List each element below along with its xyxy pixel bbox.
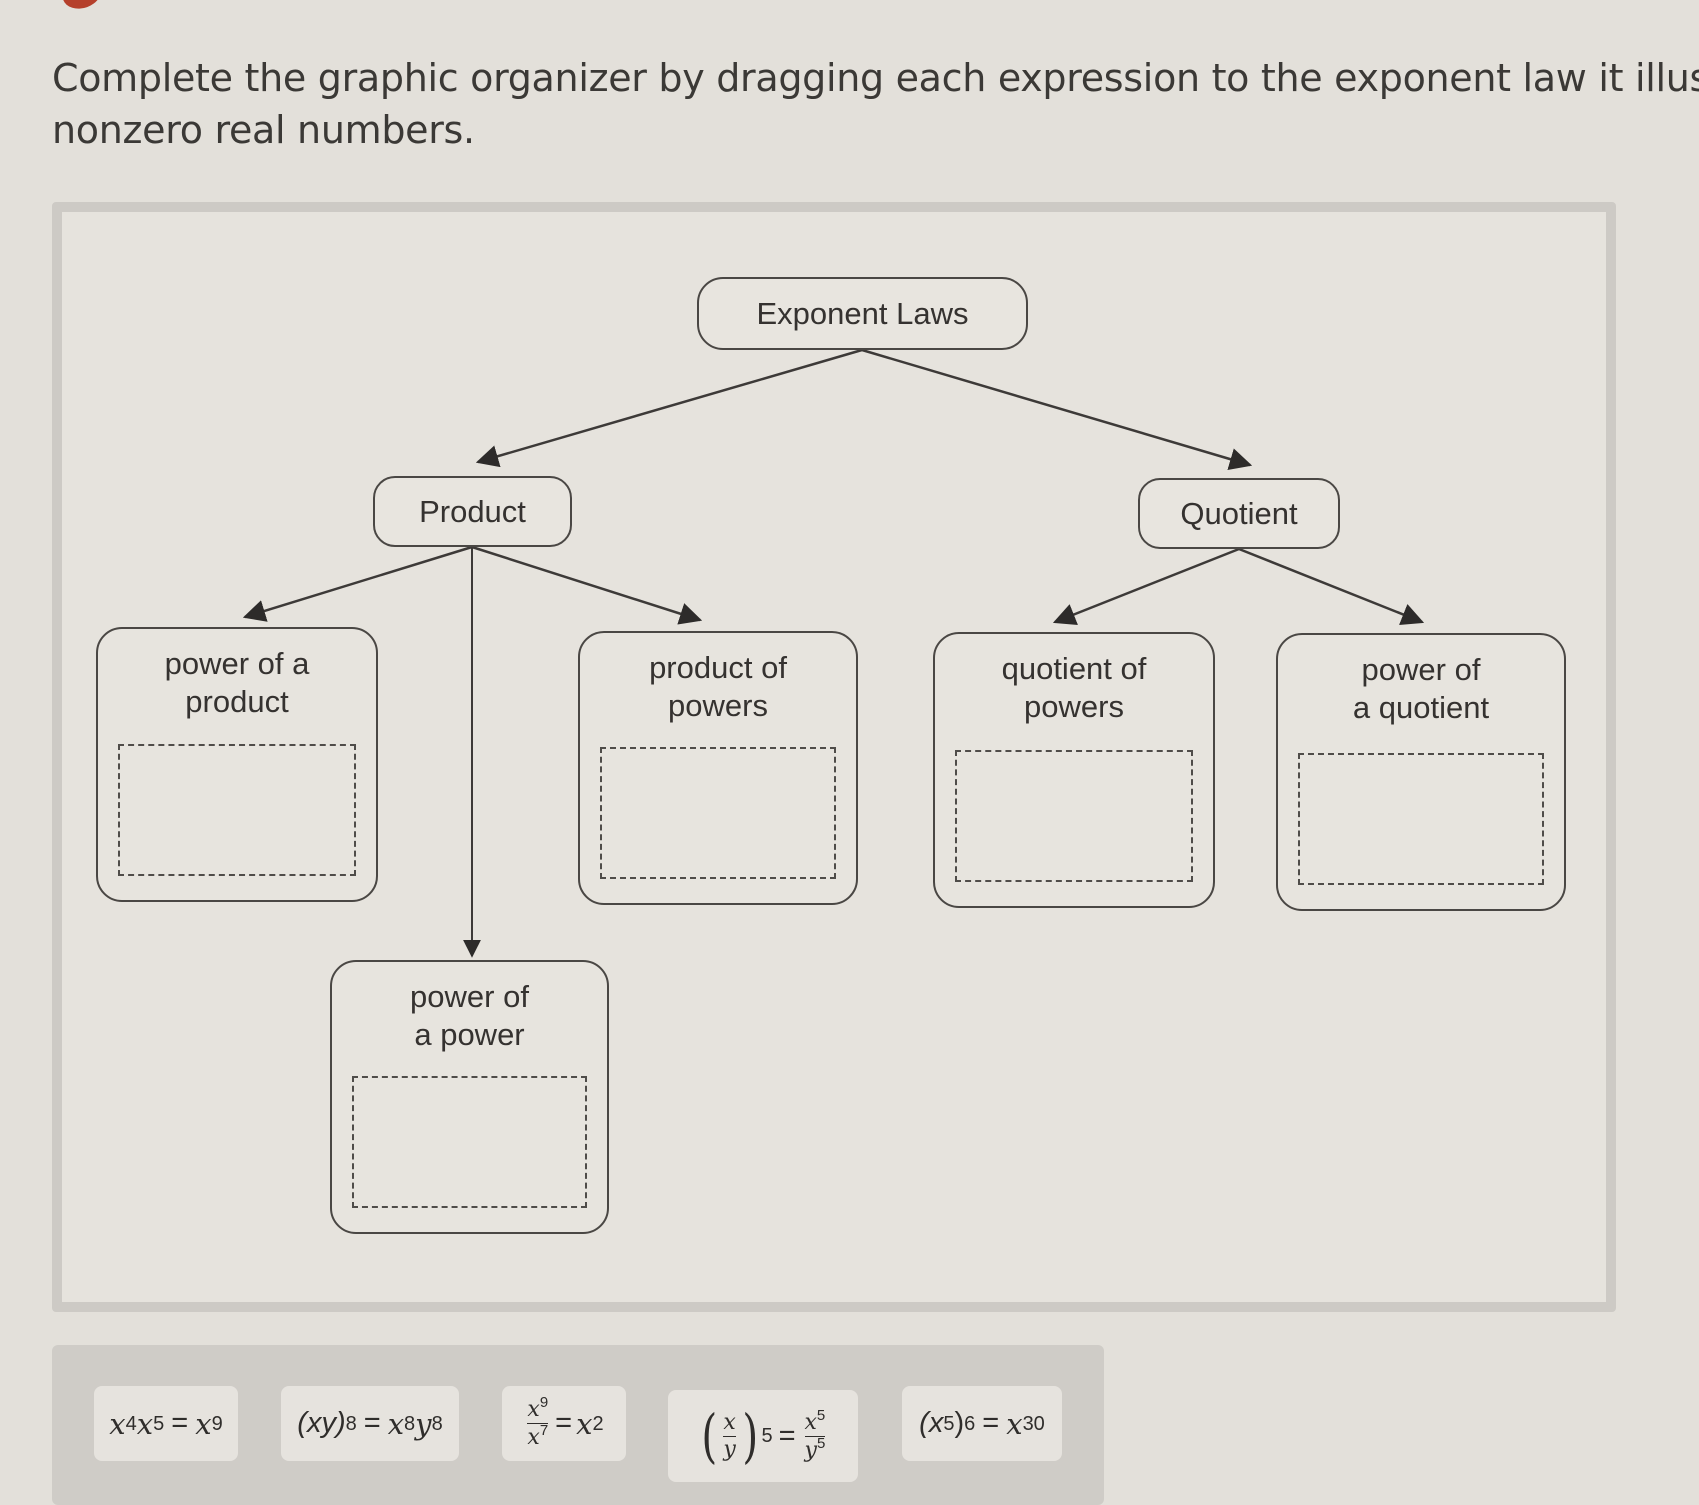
expr-exponent: 9 [539, 1394, 549, 1411]
law-label: product of powers [580, 649, 856, 725]
decorative-mark [58, 0, 106, 14]
expr-base: x [109, 1406, 126, 1441]
expr-numerator: x9 [527, 1394, 549, 1423]
drop-zone-power-of-a-quotient[interactable] [1298, 753, 1544, 885]
expr-base: x [136, 1406, 154, 1441]
law-label-line: product [185, 684, 289, 719]
expr-equals: = [555, 1407, 573, 1439]
law-box-power-of-a-power: power of a power [330, 960, 609, 1234]
law-label-line: a quotient [1352, 690, 1490, 725]
expr-base: x [387, 1406, 405, 1441]
branch-node-product: Product [373, 476, 572, 547]
drop-zone-product-of-powers[interactable] [600, 747, 836, 879]
expr-equals: = [171, 1407, 189, 1439]
expr-fraction: x5 y5 [804, 1406, 826, 1464]
expr-exponent: 5 [816, 1434, 826, 1452]
law-label-line: power of a [164, 646, 310, 681]
expr-exponent: 5 [816, 1406, 826, 1424]
expr-base: y [415, 1406, 432, 1441]
drop-zone-quotient-of-powers[interactable] [955, 750, 1193, 882]
expr-equals: = [982, 1407, 1000, 1439]
law-box-power-of-a-product: power of a product [96, 627, 378, 902]
law-label-line: a power [414, 1017, 525, 1052]
expr-equals: = [778, 1419, 796, 1452]
expr-base: x [527, 1425, 540, 1450]
expr-base: x [195, 1406, 212, 1441]
law-label: power of a quotient [1278, 651, 1564, 727]
expr-open-paren: ( [701, 1402, 717, 1470]
expr-base: (xy) [297, 1407, 346, 1439]
expr-fraction: x9 x7 [527, 1394, 549, 1451]
expression-tile-product-of-powers[interactable]: x4x5 = x9 [94, 1386, 238, 1461]
law-label: power of a power [332, 978, 607, 1054]
expression-tile-power-of-a-quotient[interactable]: ( x y ) 5 = x5 y5 [668, 1390, 858, 1482]
expr-close-paren: ) [742, 1402, 759, 1470]
root-node-label: Exponent Laws [756, 295, 969, 331]
expr-base: x [576, 1406, 593, 1441]
law-box-quotient-of-powers: quotient of powers [933, 632, 1215, 908]
expr-denominator: x7 [527, 1422, 549, 1451]
law-label: quotient of powers [935, 650, 1213, 726]
expr-denominator: y5 [804, 1434, 826, 1464]
branch-node-label: Quotient [1180, 495, 1298, 531]
root-node-exponent-laws: Exponent Laws [697, 277, 1028, 350]
law-label: power of a product [98, 645, 376, 721]
instructions: Complete the graphic organizer by draggi… [52, 52, 1699, 156]
drop-zone-power-of-a-product[interactable] [118, 744, 356, 876]
expr-base: x [804, 1409, 817, 1435]
expr-base: x [1006, 1406, 1023, 1441]
law-box-product-of-powers: product of powers [578, 631, 858, 905]
branch-node-quotient: Quotient [1138, 478, 1340, 549]
expr-exponent: 7 [539, 1422, 549, 1439]
expr-numerator: x [723, 1409, 736, 1435]
expr-numerator: x5 [804, 1406, 826, 1436]
instructions-line-2: nonzero real numbers. [52, 108, 475, 152]
expr-close: ) [954, 1407, 965, 1439]
branch-node-label: Product [419, 493, 526, 529]
expr-base: y [804, 1437, 817, 1463]
expression-tile-power-of-a-power[interactable]: (x 5) 6 = x 30 [902, 1386, 1062, 1461]
law-label-line: power of [1361, 652, 1481, 687]
expr-open: (x [919, 1407, 944, 1439]
expr-base: x [527, 1397, 540, 1422]
expr-equals: = [363, 1407, 381, 1439]
drop-zone-power-of-a-power[interactable] [352, 1076, 587, 1208]
expression-tile-quotient-of-powers[interactable]: x9 x7 = x2 [502, 1386, 626, 1461]
law-label-line: power of [410, 979, 529, 1014]
law-label-line: quotient of [1001, 651, 1147, 686]
expr-fraction: x y [723, 1409, 736, 1463]
law-label-line: product of [649, 650, 787, 685]
law-box-power-of-a-quotient: power of a quotient [1276, 633, 1566, 911]
instructions-line-1: Complete the graphic organizer by draggi… [52, 56, 1699, 100]
expr-denominator: y [723, 1436, 736, 1462]
law-label-line: powers [1024, 689, 1124, 724]
law-label-line: powers [668, 688, 768, 723]
expression-tile-power-of-a-product[interactable]: (xy) 8 = x8y8 [281, 1386, 459, 1461]
